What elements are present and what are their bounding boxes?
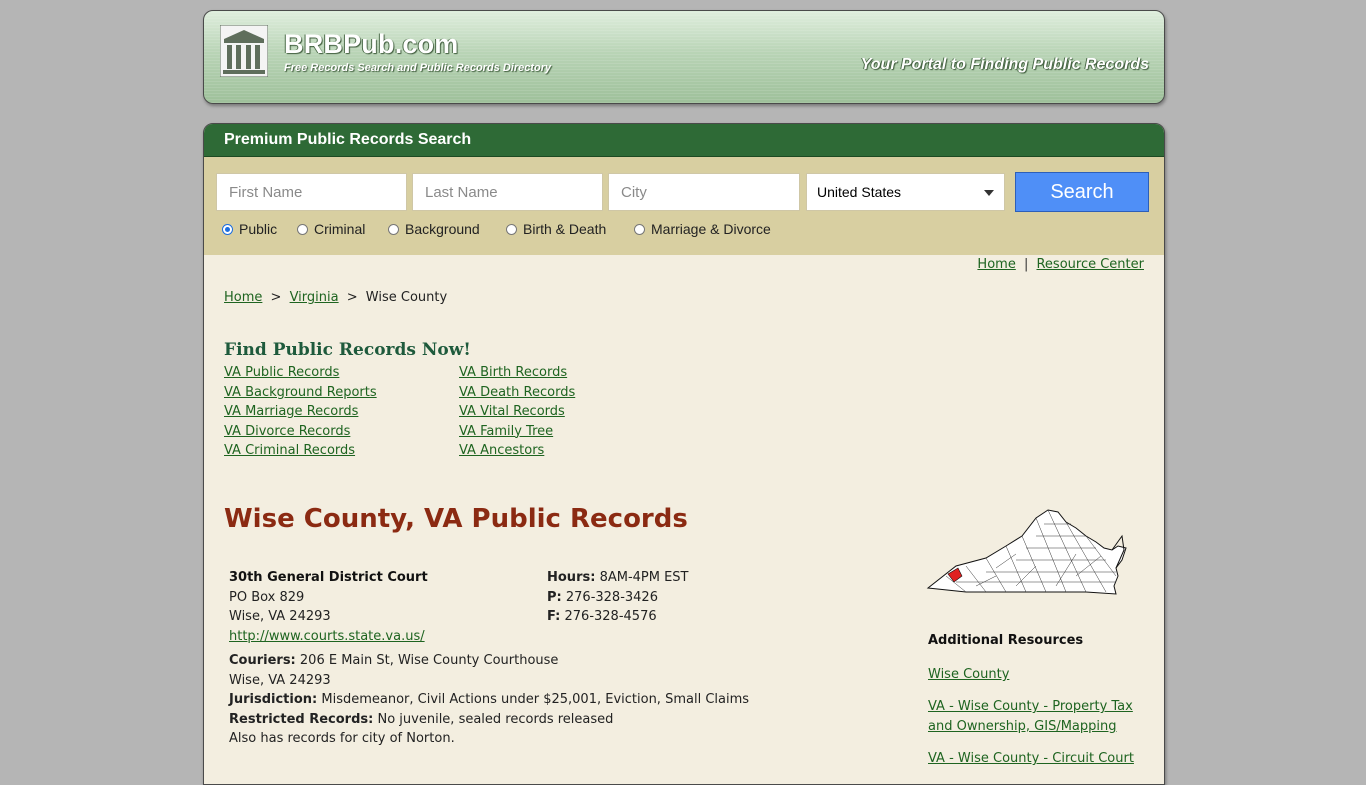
record-link[interactable]: VA Marriage Records xyxy=(224,404,358,419)
court-name: 30th General District Court xyxy=(229,570,428,585)
breadcrumb: Home > Virginia > Wise County xyxy=(224,290,447,305)
radio-label: Criminal xyxy=(314,221,366,237)
record-link[interactable]: VA Birth Records xyxy=(459,365,567,380)
brand-title[interactable]: BRBPub.com xyxy=(284,29,459,60)
brand-subtitle: Free Records Search and Public Records D… xyxy=(284,62,552,74)
restricted-label: Restricted Records: xyxy=(229,711,374,727)
court-contact: Hours: 8AM-4PM EST P: 276-328-3426 F: 27… xyxy=(547,568,689,627)
first-name-input[interactable]: First Name xyxy=(216,173,407,211)
find-records-heading: Find Public Records Now! xyxy=(224,340,471,360)
resource-link[interactable]: VA - Wise County - Property Tax and Owne… xyxy=(928,699,1133,734)
breadcrumb-separator: > xyxy=(270,290,282,305)
tagline: Your Portal to Finding Public Records xyxy=(860,56,1149,73)
restricted-value: No juvenile, sealed records released xyxy=(377,711,614,727)
radio-icon xyxy=(297,223,308,235)
court-note: Also has records for city of Norton. xyxy=(229,731,455,746)
couriers-label: Couriers: xyxy=(229,653,296,668)
jurisdiction-label: Jurisdiction: xyxy=(229,692,318,707)
court-url-link[interactable]: http://www.courts.state.va.us/ xyxy=(229,629,425,644)
radio-birth-death[interactable]: Birth & Death xyxy=(506,221,606,237)
radio-label: Marriage & Divorce xyxy=(651,221,771,237)
court-address2: Wise, VA 24293 xyxy=(229,609,331,624)
fax-label: F: xyxy=(547,609,561,624)
courthouse-logo-icon[interactable] xyxy=(220,25,268,77)
record-link[interactable]: VA Divorce Records xyxy=(224,424,350,439)
breadcrumb-virginia[interactable]: Virginia xyxy=(290,290,339,305)
country-select-value: United States xyxy=(817,184,902,200)
radio-background[interactable]: Background xyxy=(388,221,480,237)
additional-resources-heading: Additional Resources xyxy=(928,633,1084,648)
record-link[interactable]: VA Background Reports xyxy=(224,385,377,400)
records-links-col1: VA Public Records VA Background Reports … xyxy=(224,363,377,461)
home-link[interactable]: Home xyxy=(977,257,1015,272)
city-input[interactable]: City xyxy=(608,173,800,211)
radio-selected-icon xyxy=(222,223,233,235)
virginia-county-map xyxy=(926,509,1127,595)
last-name-input[interactable]: Last Name xyxy=(412,173,603,211)
county-title: Wise County, VA Public Records xyxy=(224,504,688,534)
radio-label: Background xyxy=(405,221,480,237)
breadcrumb-separator: > xyxy=(346,290,358,305)
country-select[interactable]: United States xyxy=(806,173,1005,211)
radio-icon xyxy=(388,223,399,235)
radio-icon xyxy=(634,223,645,235)
link-separator: | xyxy=(1023,257,1029,272)
radio-marriage-divorce[interactable]: Marriage & Divorce xyxy=(634,221,771,237)
search-form: First Name Last Name City United States … xyxy=(204,157,1164,255)
court-address1: PO Box 829 xyxy=(229,589,305,605)
main-panel: Premium Public Records Search First Name… xyxy=(203,123,1165,785)
record-link[interactable]: VA Family Tree xyxy=(459,424,553,439)
radio-label: Public xyxy=(239,221,278,237)
record-link[interactable]: VA Vital Records xyxy=(459,404,565,419)
chevron-down-icon xyxy=(984,190,994,196)
record-link[interactable]: VA Ancestors xyxy=(459,443,544,458)
court-info: 30th General District Court PO Box 829 W… xyxy=(229,568,428,646)
breadcrumb-home[interactable]: Home xyxy=(224,290,262,305)
record-link[interactable]: VA Criminal Records xyxy=(224,443,355,458)
additional-resources-list: Wise County VA - Wise County - Property … xyxy=(928,665,1142,781)
search-title: Premium Public Records Search xyxy=(224,131,472,148)
court-details: Couriers: 206 E Main St, Wise County Cou… xyxy=(229,651,749,749)
record-link[interactable]: VA Public Records xyxy=(224,365,339,380)
breadcrumb-current: Wise County xyxy=(365,290,448,305)
hours-value: 8AM-4PM EST xyxy=(599,570,689,585)
resource-center-link[interactable]: Resource Center xyxy=(1036,257,1144,272)
radio-icon xyxy=(506,223,517,235)
records-links-col2: VA Birth Records VA Death Records VA Vit… xyxy=(459,363,575,461)
resource-link[interactable]: Wise County xyxy=(928,667,1009,682)
fax-value: 276-328-4576 xyxy=(564,609,657,624)
search-button[interactable]: Search xyxy=(1015,172,1149,212)
phone-value: 276-328-3426 xyxy=(565,589,658,605)
couriers-address2: Wise, VA 24293 xyxy=(229,672,331,688)
hours-label: Hours: xyxy=(547,570,596,585)
radio-label: Birth & Death xyxy=(523,221,607,237)
couriers-value: 206 E Main St, Wise County Courthouse xyxy=(299,653,559,668)
resource-link[interactable]: VA - Wise County - Circuit Court xyxy=(928,751,1134,766)
top-links: Home | Resource Center xyxy=(977,257,1144,272)
radio-public[interactable]: Public xyxy=(222,221,277,237)
search-header-bar: Premium Public Records Search xyxy=(204,124,1164,157)
jurisdiction-value: Misdemeanor, Civil Actions under $25,001… xyxy=(321,692,750,707)
radio-criminal[interactable]: Criminal xyxy=(297,221,365,237)
phone-label: P: xyxy=(547,589,562,605)
record-link[interactable]: VA Death Records xyxy=(459,385,575,400)
site-header: BRBPub.com Free Records Search and Publi… xyxy=(203,10,1165,104)
